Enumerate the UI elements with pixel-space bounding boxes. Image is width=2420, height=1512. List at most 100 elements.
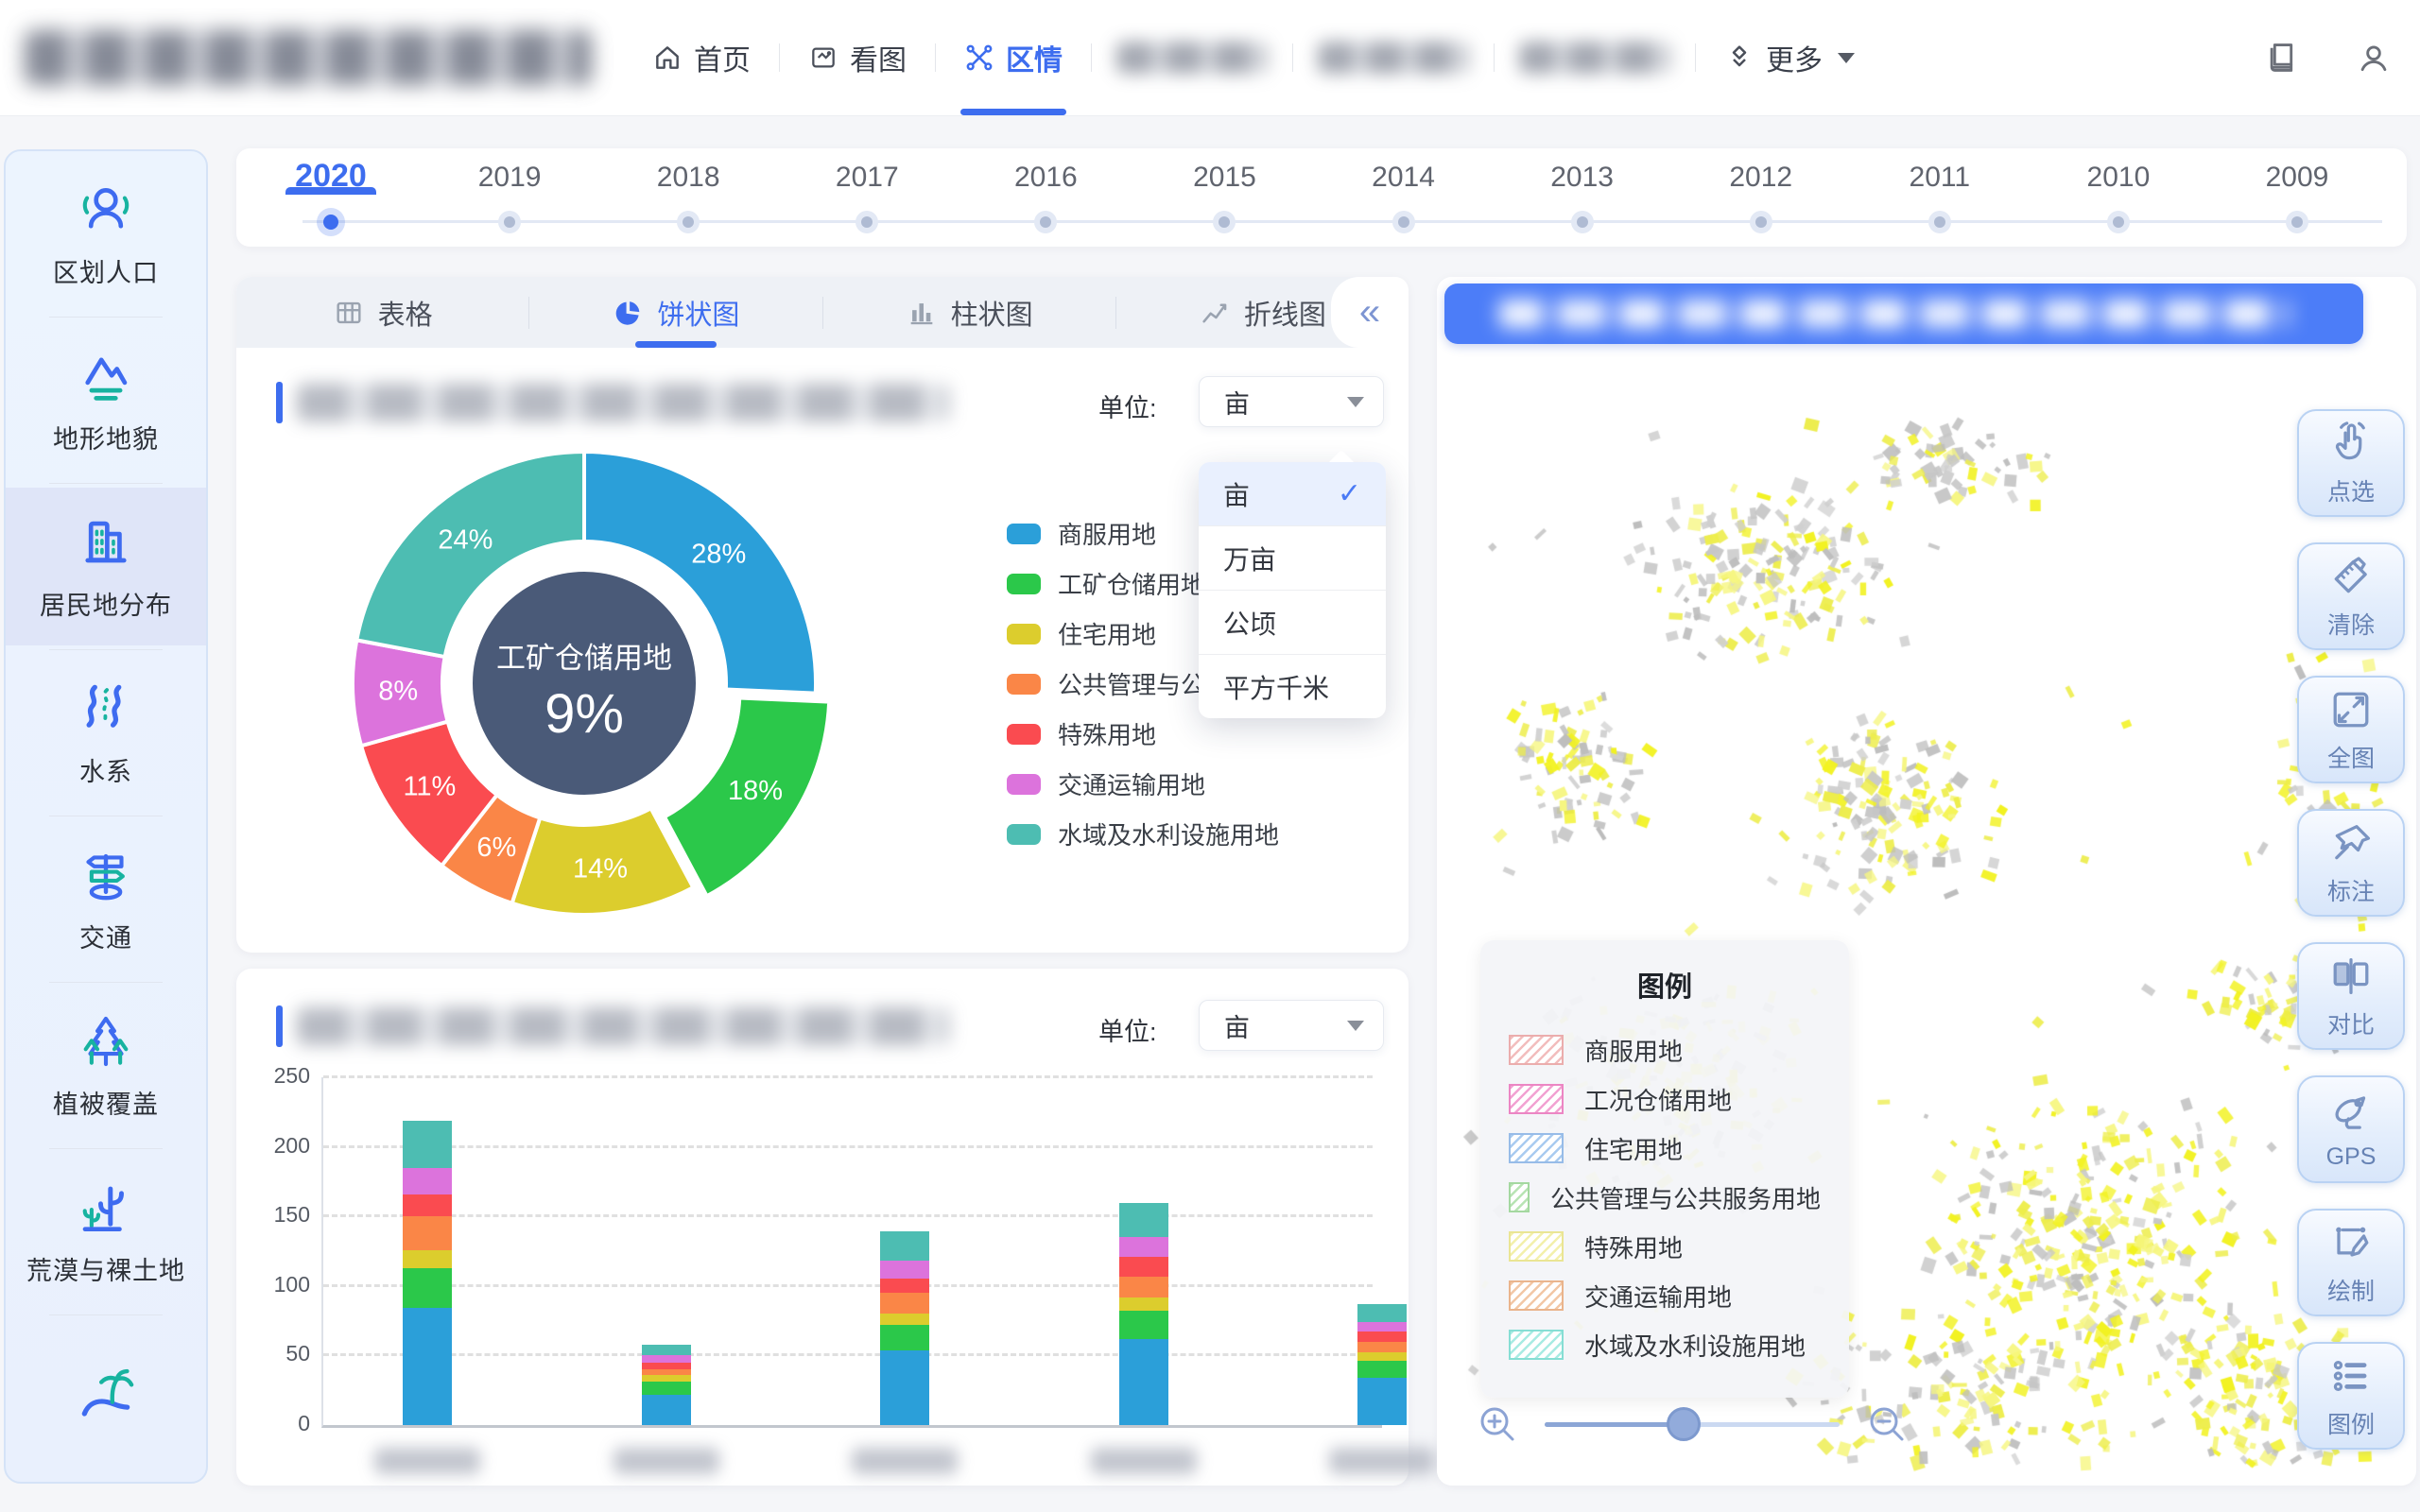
bar-segment-公共管理与公共服务用地[interactable] (1357, 1342, 1407, 1353)
map-tool-点选[interactable]: 点选 (2297, 409, 2405, 517)
bar-segment-交通运输用地[interactable] (403, 1168, 452, 1194)
collapse-panel-button[interactable]: « (1331, 277, 1409, 348)
nav-item-blurred[interactable] (1318, 42, 1469, 74)
sidebar-item-交通[interactable]: 交通 (6, 820, 206, 978)
bar-segment-工矿仓储用地[interactable] (880, 1325, 929, 1349)
timeline-year-2018[interactable]: 2018 (613, 148, 764, 194)
bar-segment-交通运输用地[interactable] (880, 1261, 929, 1279)
user-icon[interactable] (2356, 40, 2392, 76)
timeline-year-2016[interactable]: 2016 (970, 148, 1121, 194)
bar-segment-住宅用地[interactable] (880, 1314, 929, 1325)
stacked-bar[interactable] (642, 1345, 691, 1425)
bar-segment-工矿仓储用地[interactable] (1357, 1361, 1407, 1378)
bar-segment-工矿仓储用地[interactable] (642, 1382, 691, 1394)
nav-item-更多[interactable]: 更多 (1696, 0, 1883, 115)
sidebar-item-荒漠与裸土地[interactable]: 荒漠与裸土地 (6, 1153, 206, 1311)
nav-item-看图[interactable]: 看图 (780, 0, 935, 115)
timeline-year-2017[interactable]: 2017 (791, 148, 942, 194)
map-tool-标注[interactable]: 标注 (2297, 809, 2405, 917)
bar-segment-商服用地[interactable] (403, 1308, 452, 1425)
bar-segment-交通运输用地[interactable] (1357, 1322, 1407, 1332)
nav-item-区情[interactable]: 区情 (936, 0, 1091, 115)
bar-segment-水域及水利设施用地[interactable] (880, 1231, 929, 1261)
stacked-bar[interactable] (880, 1231, 929, 1425)
bar-segment-水域及水利设施用地[interactable] (1357, 1304, 1407, 1322)
stacked-bar[interactable] (403, 1121, 452, 1425)
bar-segment-特殊用地[interactable] (642, 1363, 691, 1369)
bar-segment-商服用地[interactable] (880, 1350, 929, 1425)
sidebar-item-水系[interactable]: 水系 (6, 654, 206, 812)
nav-item-首页[interactable]: 首页 (624, 0, 779, 115)
unit-select[interactable]: 亩 (1199, 376, 1384, 427)
timeline-year-2012[interactable]: 2012 (1685, 148, 1837, 194)
timeline-year-2011[interactable]: 2011 (1864, 148, 2015, 194)
bar-segment-公共管理与公共服务用地[interactable] (403, 1216, 452, 1249)
book-icon[interactable] (2265, 40, 2301, 76)
sidebar-separator (49, 317, 163, 318)
nav-item-blurred[interactable] (1116, 42, 1268, 74)
timeline-year-2020[interactable]: 2020 (255, 148, 406, 195)
donut-chart[interactable]: 28%18%14%6%11%8%24%工矿仓储用地9% (334, 433, 835, 934)
sidebar-item-居民地分布[interactable]: 居民地分布 (6, 488, 206, 645)
timeline-year-2010[interactable]: 2010 (2043, 148, 2194, 194)
zoom-out-icon[interactable] (1864, 1401, 1910, 1447)
map-tool-绘制[interactable]: 绘制 (2297, 1209, 2405, 1316)
bar-segment-商服用地[interactable] (1357, 1378, 1407, 1425)
zoom-in-icon[interactable] (1475, 1401, 1520, 1447)
tab-表格[interactable]: 表格 (236, 277, 528, 348)
bar-segment-交通运输用地[interactable] (642, 1355, 691, 1362)
bar-segment-住宅用地[interactable] (403, 1250, 452, 1268)
chevron-down-icon (1347, 1021, 1364, 1031)
sidebar-item-地形地貌[interactable]: 地形地貌 (6, 321, 206, 479)
unit-option-公顷[interactable]: 公顷 (1199, 590, 1386, 654)
unit-option-亩[interactable]: 亩✓ (1199, 462, 1386, 525)
bar-segment-交通运输用地[interactable] (1119, 1237, 1168, 1257)
bar-segment-水域及水利设施用地[interactable] (642, 1345, 691, 1356)
bar-segment-商服用地[interactable] (642, 1395, 691, 1425)
unit-option-平方千米[interactable]: 平方千米 (1199, 654, 1386, 718)
tab-饼状图[interactable]: 饼状图 (529, 277, 821, 348)
unit-select[interactable]: 亩 (1199, 1000, 1384, 1051)
sidebar-item-植被覆盖[interactable]: 植被覆盖 (6, 987, 206, 1144)
bar-segment-特殊用地[interactable] (880, 1279, 929, 1293)
bar-segment-特殊用地[interactable] (1357, 1332, 1407, 1341)
unit-option-万亩[interactable]: 万亩 (1199, 525, 1386, 590)
map-tool-GPS[interactable]: GPS (2297, 1075, 2405, 1183)
timeline-year-2015[interactable]: 2015 (1149, 148, 1300, 194)
sidebar-item-island[interactable] (6, 1319, 206, 1477)
timeline-year-2009[interactable]: 2009 (2221, 148, 2373, 194)
map-legend-swatch (1509, 1035, 1564, 1065)
bar-segment-工矿仓储用地[interactable] (403, 1268, 452, 1309)
legend-item-水域及水利设施用地[interactable]: 水域及水利设施用地 (1007, 809, 1328, 859)
stacked-bar-plot[interactable]: 050100150200250 (321, 1077, 1382, 1428)
bar-segment-商服用地[interactable] (1119, 1339, 1168, 1425)
bar-segment-特殊用地[interactable] (1119, 1257, 1168, 1277)
timeline-year-2019[interactable]: 2019 (434, 148, 585, 194)
stacked-bar[interactable] (1357, 1304, 1407, 1425)
timeline-year-2014[interactable]: 2014 (1328, 148, 1479, 194)
tab-柱状图[interactable]: 柱状图 (823, 277, 1115, 348)
legend-item-交通运输用地[interactable]: 交通运输用地 (1007, 759, 1328, 809)
bar-segment-住宅用地[interactable] (642, 1375, 691, 1382)
bar-segment-住宅用地[interactable] (1357, 1352, 1407, 1361)
timeline-year-2013[interactable]: 2013 (1507, 148, 1658, 194)
sidebar-item-区划人口[interactable]: 区划人口 (6, 155, 206, 313)
bar-segment-公共管理与公共服务用地[interactable] (1119, 1277, 1168, 1297)
y-axis-tick-label: 0 (250, 1411, 310, 1436)
map-tool-图例[interactable]: 图例 (2297, 1342, 2405, 1450)
map-tool-全图[interactable]: 全图 (2297, 676, 2405, 783)
stacked-bar[interactable] (1119, 1203, 1168, 1425)
zoom-slider-track[interactable] (1545, 1422, 1840, 1427)
bar-segment-公共管理与公共服务用地[interactable] (880, 1293, 929, 1314)
nav-item-blurred[interactable] (1519, 42, 1670, 74)
bar-segment-水域及水利设施用地[interactable] (403, 1121, 452, 1168)
bar-segment-工矿仓储用地[interactable] (1119, 1311, 1168, 1338)
map-tool-对比[interactable]: 对比 (2297, 942, 2405, 1050)
bar-segment-特殊用地[interactable] (403, 1194, 452, 1217)
bar-segment-水域及水利设施用地[interactable] (1119, 1203, 1168, 1238)
zoom-slider-handle[interactable] (1667, 1407, 1701, 1441)
bar-segment-住宅用地[interactable] (1119, 1297, 1168, 1312)
theme-sidebar: 区划人口地形地貌居民地分布水系交通植被覆盖荒漠与裸土地 (4, 149, 208, 1484)
nav-item-label: 更多 (1766, 37, 1823, 78)
map-tool-清除[interactable]: 清除 (2297, 542, 2405, 650)
